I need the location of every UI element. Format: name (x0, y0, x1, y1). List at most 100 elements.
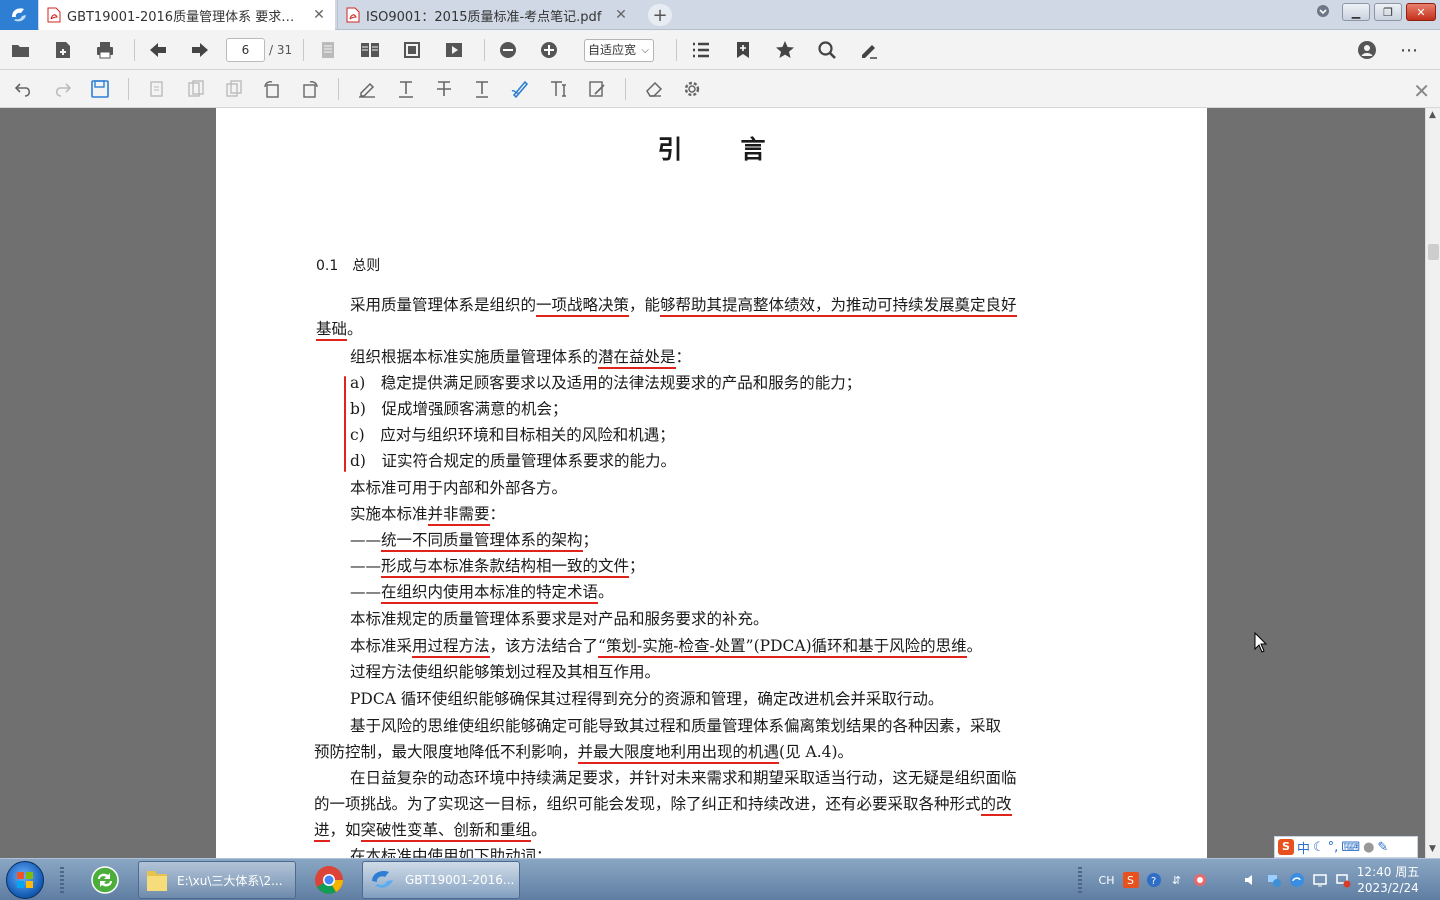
rotate-right-icon[interactable] (299, 78, 321, 100)
favorite-star-icon[interactable] (774, 39, 796, 61)
copy-page-icon[interactable] (146, 78, 168, 100)
cloud-sync-icon[interactable] (1288, 871, 1306, 889)
redo-icon[interactable] (51, 78, 73, 100)
scroll-up-icon[interactable]: ▲ (1429, 110, 1436, 120)
svg-text:S: S (1127, 874, 1134, 887)
chrome-icon[interactable] (311, 862, 347, 898)
paragraph-1-cont: 基础。 (316, 319, 363, 341)
print-icon[interactable] (94, 39, 116, 61)
document-viewer[interactable]: 引言 0.1 总则 采用质量管理体系是组织的一项战略决策，能够帮助其提高整体绩效… (0, 108, 1425, 858)
highlight-icon[interactable] (356, 78, 378, 100)
zoom-in-icon[interactable] (538, 39, 560, 61)
keyboard-icon[interactable]: ⌨ (1341, 840, 1360, 855)
tab-iso9001-notes[interactable]: ISO9001：2015质量标准-考点笔记.pdf ✕ (337, 0, 637, 30)
page-number-input[interactable]: 6 (226, 38, 265, 62)
input-language[interactable]: CH (1097, 871, 1117, 889)
tab-gbt19001[interactable]: GBT19001-2016质量管理体系 要求（2016... ✕ (39, 0, 335, 30)
underline-text-icon[interactable] (395, 78, 417, 100)
ime-language[interactable]: 中 (1297, 838, 1310, 857)
minimize-button[interactable]: ▁ (1342, 3, 1370, 21)
list-item-a: a) 稳定提供满足顾客要求以及适用的法律法规要求的产品和服务的能力； (350, 374, 862, 392)
sogou-tray-icon[interactable]: S (1122, 871, 1140, 889)
pencil-draw-icon[interactable] (509, 78, 531, 100)
paragraph-2: 组织根据本标准实施质量管理体系的潜在益处是： (350, 347, 691, 369)
app-logo-icon[interactable] (0, 0, 38, 30)
start-button[interactable] (6, 861, 44, 899)
tab-bar: GBT19001-2016质量管理体系 要求（2016... ✕ ISO9001… (0, 0, 1440, 30)
dash-item-1: ——统一不同质量管理体系的架构； (350, 530, 598, 552)
rotate-left-icon[interactable] (261, 78, 283, 100)
taskbar-explorer-button[interactable]: E:\xu\三大体系\2... (138, 861, 296, 899)
restore-button[interactable]: ❐ (1374, 3, 1402, 21)
undo-icon[interactable] (13, 78, 35, 100)
help-icon[interactable]: ? (1145, 871, 1163, 889)
settings-gear-icon[interactable] (681, 78, 703, 100)
network-alert-icon[interactable] (1334, 871, 1352, 889)
previous-page-icon[interactable] (147, 39, 169, 61)
zoom-out-icon[interactable] (497, 39, 519, 61)
taskbar-pdf-reader-label: GBT19001-2016... (405, 873, 515, 887)
page-title: 引言 (657, 135, 824, 164)
fit-page-icon[interactable] (401, 39, 423, 61)
paragraph-9: 基于风险的思维使组织能够确定可能导致其过程和质量管理体系偏离策划结果的各种因素，… (350, 717, 1002, 735)
network-icon[interactable] (1265, 871, 1283, 889)
user-account-icon[interactable] (1356, 39, 1378, 61)
paragraph-3: 本标准可用于内部和外部各方。 (350, 479, 568, 497)
update-app-icon[interactable] (87, 862, 123, 898)
search-icon[interactable] (816, 39, 838, 61)
extract-page-icon[interactable] (223, 78, 245, 100)
tab-label: GBT19001-2016质量管理体系 要求（2016... (67, 9, 307, 25)
close-tab-icon[interactable]: ✕ (311, 7, 327, 23)
antivirus-icon[interactable] (1191, 871, 1209, 889)
sign-pen-icon[interactable] (858, 39, 880, 61)
moon-icon[interactable]: ☾ (1313, 840, 1325, 855)
system-clock[interactable]: 12:40 周五 2023/2/24 (1352, 864, 1424, 896)
wrench-icon[interactable]: ✎ (1377, 840, 1388, 855)
scroll-thumb[interactable] (1428, 244, 1439, 260)
paragraph-1: 采用质量管理体系是组织的一项战略决策，能够帮助其提高整体绩效，为推动可持续发展奠… (350, 295, 1017, 317)
folder-icon (147, 871, 167, 891)
single-page-icon[interactable] (317, 39, 339, 61)
paragraph-10-end: 进，如突破性变革、创新和重组。 (314, 820, 547, 842)
strikethrough-icon[interactable] (433, 78, 455, 100)
paragraph-10-cont: 的一项挑战。为了实现这一目标，组织可能会发现，除了纠正和持续改进，还有必要采取各… (314, 794, 1012, 816)
taskbar: E:\xu\三大体系\2... GBT19001-2016... CH S ? … (0, 858, 1440, 900)
tray-expand-icon[interactable]: ⇵ (1168, 871, 1186, 889)
display-icon[interactable] (1311, 871, 1329, 889)
text-box-icon[interactable] (548, 78, 570, 100)
tab-label: ISO9001：2015质量标准-考点笔记.pdf (366, 9, 602, 25)
note-comment-icon[interactable] (586, 78, 608, 100)
volume-icon[interactable] (1242, 871, 1260, 889)
more-options-icon[interactable]: ⋯ (1398, 39, 1420, 61)
paragraph-4: 实施本标准并非需要： (350, 504, 505, 526)
next-page-icon[interactable] (189, 39, 211, 61)
taskbar-explorer-label: E:\xu\三大体系\2... (177, 873, 283, 888)
vertical-scrollbar[interactable]: ▲ ▼ (1425, 108, 1440, 858)
add-bookmark-icon[interactable] (732, 39, 754, 61)
clock-time: 12:40 周五 (1356, 865, 1420, 879)
punctuation-icon[interactable]: °, (1328, 840, 1339, 855)
ime-toolbar[interactable]: S 中 ☾ °, ⌨ ● ✎ (1274, 836, 1418, 858)
scroll-down-icon[interactable]: ▼ (1429, 844, 1436, 854)
window-close-button[interactable]: ✕ (1406, 3, 1436, 21)
duplicate-page-icon[interactable] (185, 78, 207, 100)
two-page-icon[interactable] (359, 39, 381, 61)
cloud-save-icon[interactable] (52, 39, 74, 61)
mouse-cursor-icon (1254, 632, 1268, 653)
pdf-file-icon (346, 7, 360, 23)
zoom-select[interactable]: 自适应宽 ⌵ (584, 39, 654, 62)
taskbar-pdf-reader-button[interactable]: GBT19001-2016... (362, 861, 520, 899)
close-tab-icon[interactable]: ✕ (613, 7, 629, 23)
dash-item-2: ——形成与本标准条款结构相一致的文件； (350, 556, 645, 578)
new-tab-button[interactable]: + (648, 4, 672, 26)
save-icon[interactable] (89, 78, 111, 100)
close-edit-toolbar-icon[interactable]: ✕ (1413, 79, 1430, 103)
user-icon[interactable]: ● (1363, 840, 1374, 855)
skin-menu-icon[interactable] (1316, 4, 1330, 21)
slideshow-icon[interactable] (443, 39, 465, 61)
open-folder-icon[interactable] (10, 39, 32, 61)
eraser-icon[interactable] (643, 78, 665, 100)
outline-list-icon[interactable] (690, 39, 712, 61)
replace-text-icon[interactable] (471, 78, 493, 100)
edit-toolbar: ✕ (0, 70, 1440, 108)
